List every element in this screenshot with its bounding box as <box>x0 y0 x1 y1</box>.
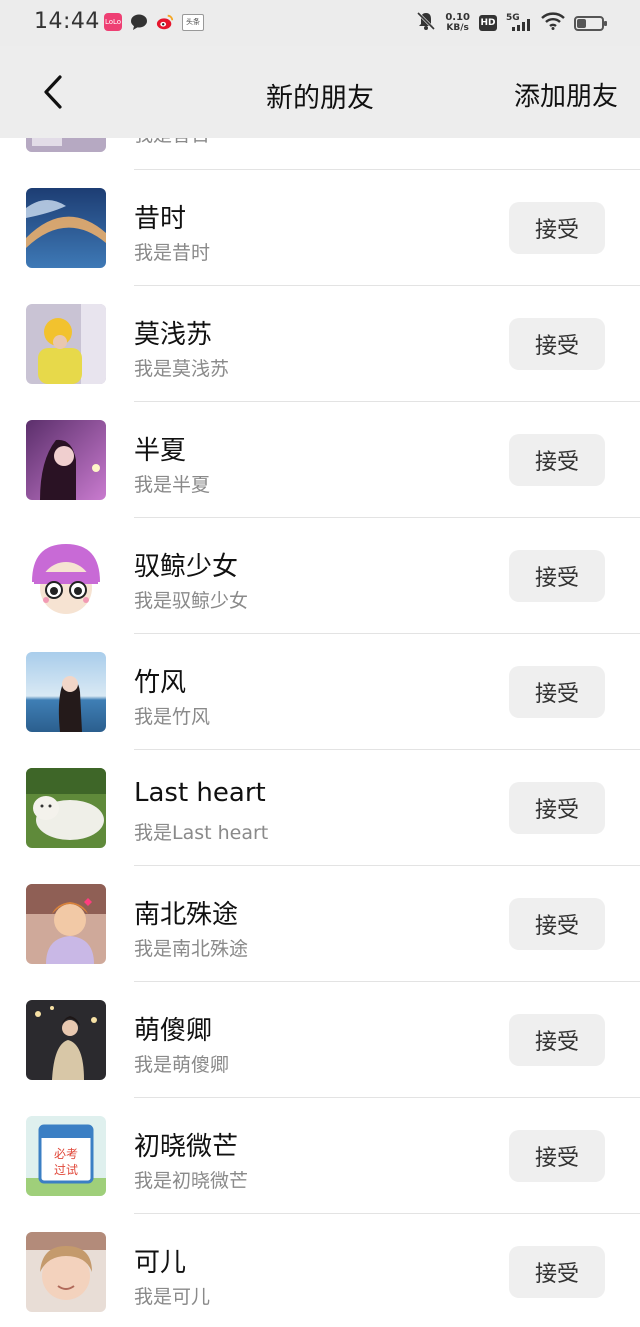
accept-button[interactable]: 接受 <box>509 1130 605 1182</box>
list-item[interactable]: 可儿 我是可儿 接受 <box>0 1214 640 1327</box>
status-app-icons: LoLo 头条 <box>104 13 204 31</box>
hd-icon: HD <box>479 15 497 31</box>
request-message: 我是昔时 <box>134 242 211 264</box>
nav-bar: 新的朋友 添加朋友 <box>0 46 640 138</box>
request-message: 我是萌傻卿 <box>134 1054 230 1076</box>
request-message: 我是竹风 <box>134 706 211 728</box>
friend-name: 昔时 <box>134 204 187 234</box>
accept-button[interactable]: 接受 <box>509 898 605 950</box>
friend-name: 竹风 <box>134 668 187 698</box>
battery-icon <box>574 15 607 31</box>
list-item[interactable]: 南北殊途 我是南北殊途 接受 <box>0 866 640 982</box>
accept-button[interactable]: 接受 <box>509 782 605 834</box>
signal-5g-icon: 5G <box>506 13 532 33</box>
status-time: 14:44 <box>34 9 100 34</box>
chat-bubble-icon <box>130 13 148 31</box>
friend-name: 莫浅苏 <box>134 320 213 350</box>
toutiao-icon: 头条 <box>182 13 204 31</box>
request-message: 我是莫浅苏 <box>134 358 230 380</box>
list-item[interactable]: 竹风 我是竹风 接受 <box>0 634 640 750</box>
accept-button[interactable]: 接受 <box>509 434 605 486</box>
list-item[interactable]: 驭鲸少女 我是驭鲸少女 接受 <box>0 518 640 634</box>
avatar <box>26 536 106 616</box>
friend-name: Last heart <box>134 778 266 808</box>
list-item[interactable]: 必考 过试 初晓微芒 我是初晓微芒 接受 <box>0 1098 640 1214</box>
list-item[interactable]: Last heart 我是Last heart 接受 <box>0 750 640 866</box>
avatar: 必考 过试 <box>26 1116 106 1196</box>
avatar <box>26 420 106 500</box>
mute-bell-icon <box>416 11 436 35</box>
avatar <box>26 1232 106 1312</box>
request-message: 我是驭鲸少女 <box>134 590 249 612</box>
add-friend-button[interactable]: 添加朋友 <box>514 76 618 113</box>
friend-name: 可儿 <box>134 1248 187 1278</box>
list-item[interactable]: 半夏 我是半夏 接受 <box>0 402 640 518</box>
wifi-icon <box>541 12 565 34</box>
svg-text:必考: 必考 <box>54 1147 78 1161</box>
accept-button[interactable]: 接受 <box>509 550 605 602</box>
friend-request-list: 我是昔日 昔时 我是昔时 接受 莫浅苏 我是莫浅苏 接受 半夏 我是半夏 接受 <box>0 138 640 1327</box>
status-indicators: 0.10 KB/s HD 5G <box>416 11 607 35</box>
request-message: 我是可儿 <box>134 1286 211 1308</box>
request-message: 我是半夏 <box>134 474 211 496</box>
list-item[interactable]: 我是昔日 <box>0 138 640 170</box>
status-bar: 14:44 LoLo 头条 0.10 KB/s HD 5G <box>0 0 640 46</box>
request-message: 我是初晓微芒 <box>134 1170 249 1192</box>
accept-button[interactable]: 接受 <box>509 1246 605 1298</box>
accept-button[interactable]: 接受 <box>509 666 605 718</box>
avatar <box>26 884 106 964</box>
net-speed-unit: KB/s <box>446 23 469 33</box>
request-message: 我是Last heart <box>134 822 269 844</box>
list-item[interactable]: 昔时 我是昔时 接受 <box>0 170 640 286</box>
avatar <box>26 138 106 152</box>
friend-name: 初晓微芒 <box>134 1132 239 1162</box>
accept-button[interactable]: 接受 <box>509 318 605 370</box>
svg-text:过试: 过试 <box>54 1162 78 1177</box>
avatar <box>26 768 106 848</box>
accept-button[interactable]: 接受 <box>509 202 605 254</box>
request-message: 我是昔日 <box>134 138 210 147</box>
weibo-icon <box>156 13 174 31</box>
list-item[interactable]: 萌傻卿 我是萌傻卿 接受 <box>0 982 640 1098</box>
friend-name: 萌傻卿 <box>134 1016 213 1046</box>
friend-name: 驭鲸少女 <box>134 552 239 582</box>
friend-name: 南北殊途 <box>134 900 239 930</box>
friend-name: 半夏 <box>134 436 187 466</box>
net-speed: 0.10 KB/s <box>445 12 470 34</box>
lolo-app-icon: LoLo <box>104 13 122 31</box>
avatar <box>26 1000 106 1080</box>
avatar <box>26 652 106 732</box>
net-speed-value: 0.10 <box>445 12 470 23</box>
avatar <box>26 304 106 384</box>
list-item[interactable]: 莫浅苏 我是莫浅苏 接受 <box>0 286 640 402</box>
accept-button[interactable]: 接受 <box>509 1014 605 1066</box>
request-message: 我是南北殊途 <box>134 938 249 960</box>
avatar <box>26 188 106 268</box>
